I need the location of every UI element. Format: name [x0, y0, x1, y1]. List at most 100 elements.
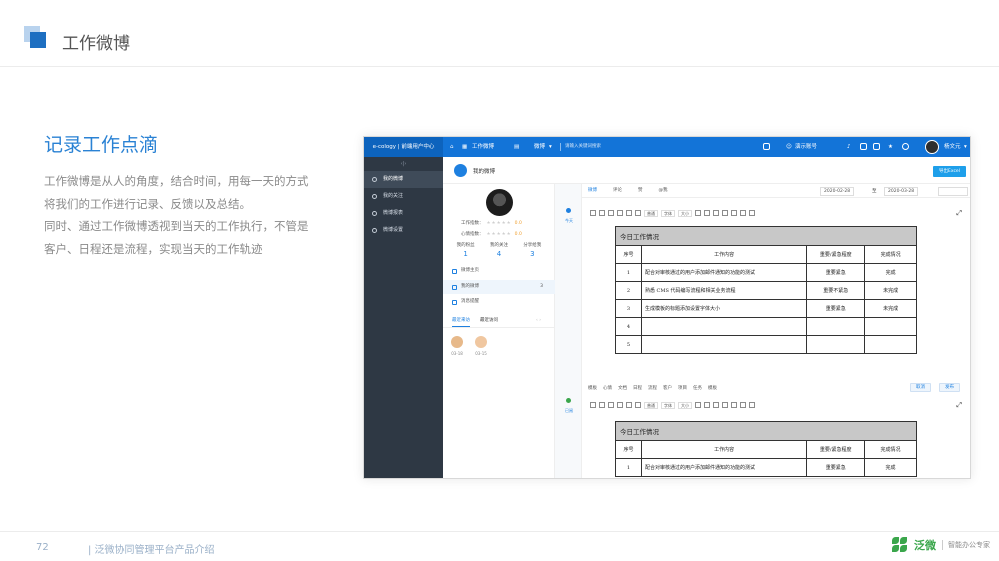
- action-workflow[interactable]: 流程: [648, 385, 657, 391]
- sidebar-item-report[interactable]: 微博报表: [364, 205, 443, 222]
- sidebar-collapse-button[interactable]: ‹|›: [364, 157, 443, 171]
- publish-button[interactable]: 发布: [939, 383, 960, 392]
- underline-icon[interactable]: [713, 402, 719, 408]
- action-mood[interactable]: 心情: [603, 385, 612, 391]
- footer-divider: [0, 531, 999, 532]
- image-icon[interactable]: [749, 210, 755, 216]
- visitor-item[interactable]: 03-15: [475, 336, 487, 356]
- chevron-down-icon[interactable]: ▾: [549, 137, 552, 157]
- redo-icon[interactable]: [635, 210, 641, 216]
- strike-icon[interactable]: [722, 210, 728, 216]
- search-input[interactable]: 请输入关键词搜索: [560, 143, 632, 151]
- module-title[interactable]: 工作微博: [472, 137, 494, 157]
- stat-fans[interactable]: 我的粉丝 1: [457, 242, 475, 258]
- fullscreen-icon[interactable]: ⤢: [956, 209, 962, 218]
- italic-icon[interactable]: [704, 402, 710, 408]
- tab-recent-visitors[interactable]: 最近来访: [452, 314, 470, 327]
- visitor-avatar: [451, 336, 463, 348]
- redo-icon[interactable]: [635, 402, 641, 408]
- account-label[interactable]: 演示账号: [795, 137, 817, 157]
- italic-icon[interactable]: [704, 210, 710, 216]
- profile-avatar[interactable]: [486, 189, 513, 216]
- copy-icon[interactable]: [608, 210, 614, 216]
- font-family-select[interactable]: 字体: [661, 401, 675, 409]
- action-template[interactable]: 模板: [588, 385, 597, 391]
- profile-link-home[interactable]: 微博主页: [443, 264, 555, 278]
- copy-icon[interactable]: [608, 402, 614, 408]
- heart-icon: [372, 194, 377, 199]
- paragraph-select[interactable]: 普通: [644, 401, 658, 409]
- date-from-input[interactable]: 2020-02-28: [820, 187, 855, 196]
- apps-icon[interactable]: ▤: [514, 137, 519, 157]
- settings-icon[interactable]: [873, 143, 880, 150]
- action-customer[interactable]: 客户: [663, 385, 672, 391]
- strike-icon[interactable]: [722, 402, 728, 408]
- underline-icon[interactable]: [713, 210, 719, 216]
- table-cell: 重要紧急: [806, 458, 866, 477]
- image-icon[interactable]: [749, 402, 755, 408]
- action-schedule[interactable]: 日程: [633, 385, 642, 391]
- source-icon[interactable]: [590, 402, 596, 408]
- search-scope[interactable]: 微博: [534, 137, 545, 157]
- profile-link-messages[interactable]: 消息提醒: [443, 295, 555, 309]
- cut-icon[interactable]: [599, 210, 605, 216]
- action-project[interactable]: 项目: [678, 385, 687, 391]
- message-icon[interactable]: [860, 143, 867, 150]
- table-icon[interactable]: [731, 402, 737, 408]
- source-icon[interactable]: [590, 210, 596, 216]
- paste-icon[interactable]: [617, 402, 623, 408]
- pager-arrows-icon[interactable]: ‹ ›: [536, 314, 541, 327]
- stat-following[interactable]: 我的关注 4: [490, 242, 508, 258]
- cancel-button[interactable]: 取消: [910, 383, 931, 392]
- chevron-down-icon[interactable]: ▾: [964, 137, 967, 157]
- stat-shared[interactable]: 分享给我 3: [523, 242, 541, 258]
- font-size-select[interactable]: 大小: [678, 209, 692, 217]
- more-icon[interactable]: [902, 143, 909, 150]
- table-row: 1 配合对审核通过的用户添加邮件通知的功能的测试 重要紧急 完成: [615, 263, 917, 282]
- tab-recent-visits[interactable]: 最近访问: [480, 314, 498, 327]
- undo-icon[interactable]: [626, 402, 632, 408]
- calendar-icon[interactable]: [763, 143, 770, 150]
- section-title: 记录工作点滴: [44, 134, 159, 156]
- paragraph-select[interactable]: 普通: [644, 209, 658, 217]
- emoji-icon[interactable]: [740, 210, 746, 216]
- user-name[interactable]: 杨文元: [944, 137, 961, 157]
- table-cell: [864, 335, 917, 354]
- brand-slogan: 智能办公专家: [942, 540, 990, 550]
- tab-likes[interactable]: 赞: [638, 184, 643, 197]
- brand-name: 泛微: [914, 539, 936, 552]
- table-icon[interactable]: [731, 210, 737, 216]
- tab-weibo[interactable]: 微博: [588, 184, 597, 197]
- table-header: 序号: [615, 440, 642, 459]
- action-doc[interactable]: 文档: [618, 385, 627, 391]
- fullscreen-icon[interactable]: ⤢: [956, 401, 962, 410]
- sidebar-item-following[interactable]: 我的关注: [364, 188, 443, 205]
- tab-mentions[interactable]: @我: [659, 184, 668, 197]
- font-size-select[interactable]: 大小: [678, 401, 692, 409]
- action-task[interactable]: 任务: [693, 385, 702, 391]
- tab-comments[interactable]: 评论: [613, 184, 622, 197]
- bold-icon[interactable]: [695, 210, 701, 216]
- app-brand[interactable]: e-cology | 前端用户中心: [364, 137, 443, 157]
- home-icon[interactable]: ⌂: [450, 137, 454, 157]
- table-header: 完成情况: [864, 440, 917, 459]
- action-template-2[interactable]: 模板: [708, 385, 717, 391]
- bold-icon[interactable]: [695, 402, 701, 408]
- table-cell: [806, 317, 866, 336]
- sidebar-item-my-weibo[interactable]: 我的微博: [364, 171, 443, 188]
- font-family-select[interactable]: 字体: [661, 209, 675, 217]
- profile-link-my-weibo[interactable]: 我的微博 3: [443, 280, 555, 294]
- emoji-icon[interactable]: [740, 402, 746, 408]
- undo-icon[interactable]: [626, 210, 632, 216]
- sidebar-item-settings[interactable]: 微博设置: [364, 222, 443, 239]
- visitor-item[interactable]: 03-18: [451, 336, 463, 356]
- avatar[interactable]: [925, 140, 939, 154]
- feed-search-input[interactable]: [938, 187, 968, 196]
- star-icon[interactable]: ★: [888, 137, 893, 157]
- paste-icon[interactable]: [617, 210, 623, 216]
- cut-icon[interactable]: [599, 402, 605, 408]
- sidebar-item-label: 微博报表: [383, 210, 404, 216]
- export-excel-button[interactable]: 导出Excel: [933, 166, 966, 177]
- date-to-input[interactable]: 2020-03-28: [884, 187, 919, 196]
- bell-icon[interactable]: ♪: [847, 137, 851, 157]
